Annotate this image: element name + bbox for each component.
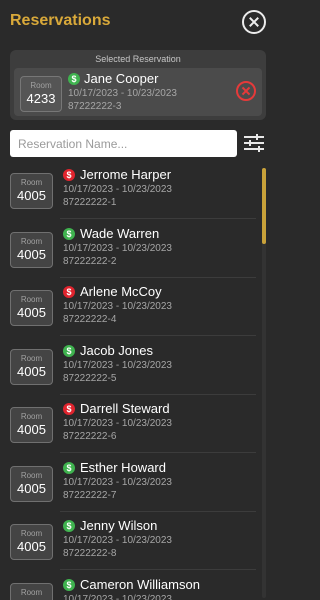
reservation-dates: 10/17/2023 - 10/23/2023 bbox=[63, 535, 172, 546]
dollar-icon: $ bbox=[63, 403, 75, 415]
reservation-number: 87222222-4 bbox=[63, 314, 117, 325]
room-badge: Room4005 bbox=[10, 231, 53, 268]
guest-name: Arlene McCoy bbox=[80, 284, 162, 299]
dollar-icon: $ bbox=[63, 344, 75, 357]
dollar-icon: $ bbox=[63, 169, 75, 181]
room-label: Room bbox=[20, 353, 43, 363]
selected-reservation-label: Selected Reservation bbox=[95, 54, 181, 64]
reservation-row[interactable]: Room 4005 $ Jenny Wilson 10/17/2023 - 10/23/… bbox=[0, 512, 262, 570]
guest-name: Jacob Jones bbox=[80, 342, 153, 358]
reservation-number: 87222222-5 bbox=[63, 372, 117, 384]
room-badge: Room4005 bbox=[10, 524, 53, 560]
reservation-row[interactable]: Room 4005 $ Arlene McCoy 10/17/2023 - 10/23/… bbox=[0, 278, 262, 336]
scrollbar-thumb[interactable] bbox=[262, 168, 266, 244]
reservation-row[interactable]: Room4005 $ Cameron Williamson10/17/2023 - … bbox=[0, 571, 262, 600]
close-icon[interactable] bbox=[242, 10, 266, 34]
reservation-dates: 10/17/2023 - 10/23/2023 bbox=[63, 476, 172, 488]
reservation-number: 87222222-1 bbox=[63, 197, 117, 208]
reservation-dates: 10/17/2023 - 10/23/2023 bbox=[63, 301, 172, 312]
reservation-number: 87222222-8 bbox=[63, 548, 117, 559]
room-badge: Room4005 bbox=[10, 407, 53, 443]
room-number: 4005 bbox=[17, 480, 46, 496]
reservation-dates: 10/17/2023 - 10/23/2023 bbox=[68, 88, 177, 99]
reservation-row[interactable]: Room 4005 $ Darrell Steward 10/17/2023 - 10/… bbox=[0, 395, 262, 453]
reservation-dates: 10/17/2023 - 10/23/2023 bbox=[63, 184, 172, 195]
room-number: 4005 bbox=[17, 305, 46, 320]
dollar-icon: $ bbox=[63, 578, 75, 591]
reservation-row[interactable]: Room 4005 $ Wade Warren 10/17/2023 - 10/23/2… bbox=[0, 220, 262, 278]
room-badge: Room4005 bbox=[10, 348, 53, 385]
room-label: Room bbox=[20, 412, 43, 421]
guest-name: Jane Cooper bbox=[84, 71, 159, 86]
room-badge: Room 4233 bbox=[20, 76, 62, 112]
reservation-row[interactable]: Room 4005 $ Jerrome Harper 10/17/2023 - 10/2… bbox=[0, 161, 262, 219]
scrollbar[interactable] bbox=[262, 168, 266, 598]
page-title: Reservations bbox=[10, 12, 111, 29]
reservation-dates: 10/17/2023 - 10/23/2023 bbox=[63, 593, 172, 600]
dollar-icon: $ bbox=[63, 286, 75, 298]
room-label: Room bbox=[20, 295, 43, 304]
reservation-list[interactable]: Room 4005 $ Jerrome Harper 10/17/2023 - 10/2… bbox=[0, 161, 276, 600]
room-label: Room bbox=[30, 81, 52, 90]
room-number: 4005 bbox=[17, 188, 46, 203]
reservation-dates: 10/17/2023 - 10/23/2023 bbox=[63, 359, 172, 371]
reservation-dates: 10/17/2023 - 10/23/2023 bbox=[63, 242, 172, 254]
reservation-row[interactable]: Room 4005 $ Jacob Jones 10/17/2023 - 10/23/2… bbox=[0, 337, 262, 395]
sliders-icon[interactable] bbox=[244, 134, 264, 152]
room-label: Room bbox=[20, 529, 43, 538]
room-label: Room bbox=[20, 178, 43, 187]
selected-reservation-panel: Selected Reservation Room 4233 $ Jane Co… bbox=[10, 50, 266, 120]
room-label: Room bbox=[20, 587, 43, 597]
reservation-search-input[interactable] bbox=[10, 130, 237, 157]
reservation-number: 87222222-2 bbox=[63, 255, 117, 267]
room-badge: Room4005 bbox=[10, 465, 53, 502]
room-number: 4005 bbox=[17, 422, 46, 437]
reservation-number: 87222222-7 bbox=[63, 489, 117, 501]
dollar-icon: $ bbox=[63, 520, 75, 532]
guest-name: Jenny Wilson bbox=[80, 518, 158, 533]
dollar-icon: $ bbox=[63, 461, 75, 474]
room-badge: Room4005 bbox=[10, 582, 53, 600]
guest-name: Esther Howard bbox=[80, 459, 166, 475]
remove-selection-icon[interactable] bbox=[236, 81, 256, 101]
reservation-dates: 10/17/2023 - 10/23/2023 bbox=[63, 418, 172, 429]
room-number: 4005 bbox=[17, 539, 46, 554]
guest-name: Cameron Williamson bbox=[80, 576, 200, 592]
room-label: Room bbox=[20, 236, 43, 246]
room-badge: Room4005 bbox=[10, 290, 53, 326]
guest-name: Wade Warren bbox=[80, 225, 160, 241]
dollar-icon: $ bbox=[68, 73, 80, 85]
reservation-number: 87222222-6 bbox=[63, 431, 117, 442]
guest-name: Darrell Steward bbox=[80, 401, 170, 416]
reservation-row[interactable]: Room 4005 $ Esther Howard 10/17/2023 - 10/23… bbox=[0, 454, 262, 512]
selected-reservation-card[interactable]: Room 4233 $ Jane Cooper 10/17/2023 - 10/… bbox=[14, 68, 262, 116]
reservation-number: 87222222-3 bbox=[68, 101, 122, 112]
room-badge: Room4005 bbox=[10, 173, 53, 209]
guest-name: Jerrome Harper bbox=[80, 167, 172, 182]
room-number: 4005 bbox=[17, 246, 46, 262]
header: Reservations bbox=[0, 0, 276, 46]
room-number: 4005 bbox=[17, 363, 46, 379]
room-label: Room bbox=[20, 470, 43, 480]
dollar-icon: $ bbox=[63, 227, 75, 240]
room-number: 4233 bbox=[26, 91, 56, 106]
